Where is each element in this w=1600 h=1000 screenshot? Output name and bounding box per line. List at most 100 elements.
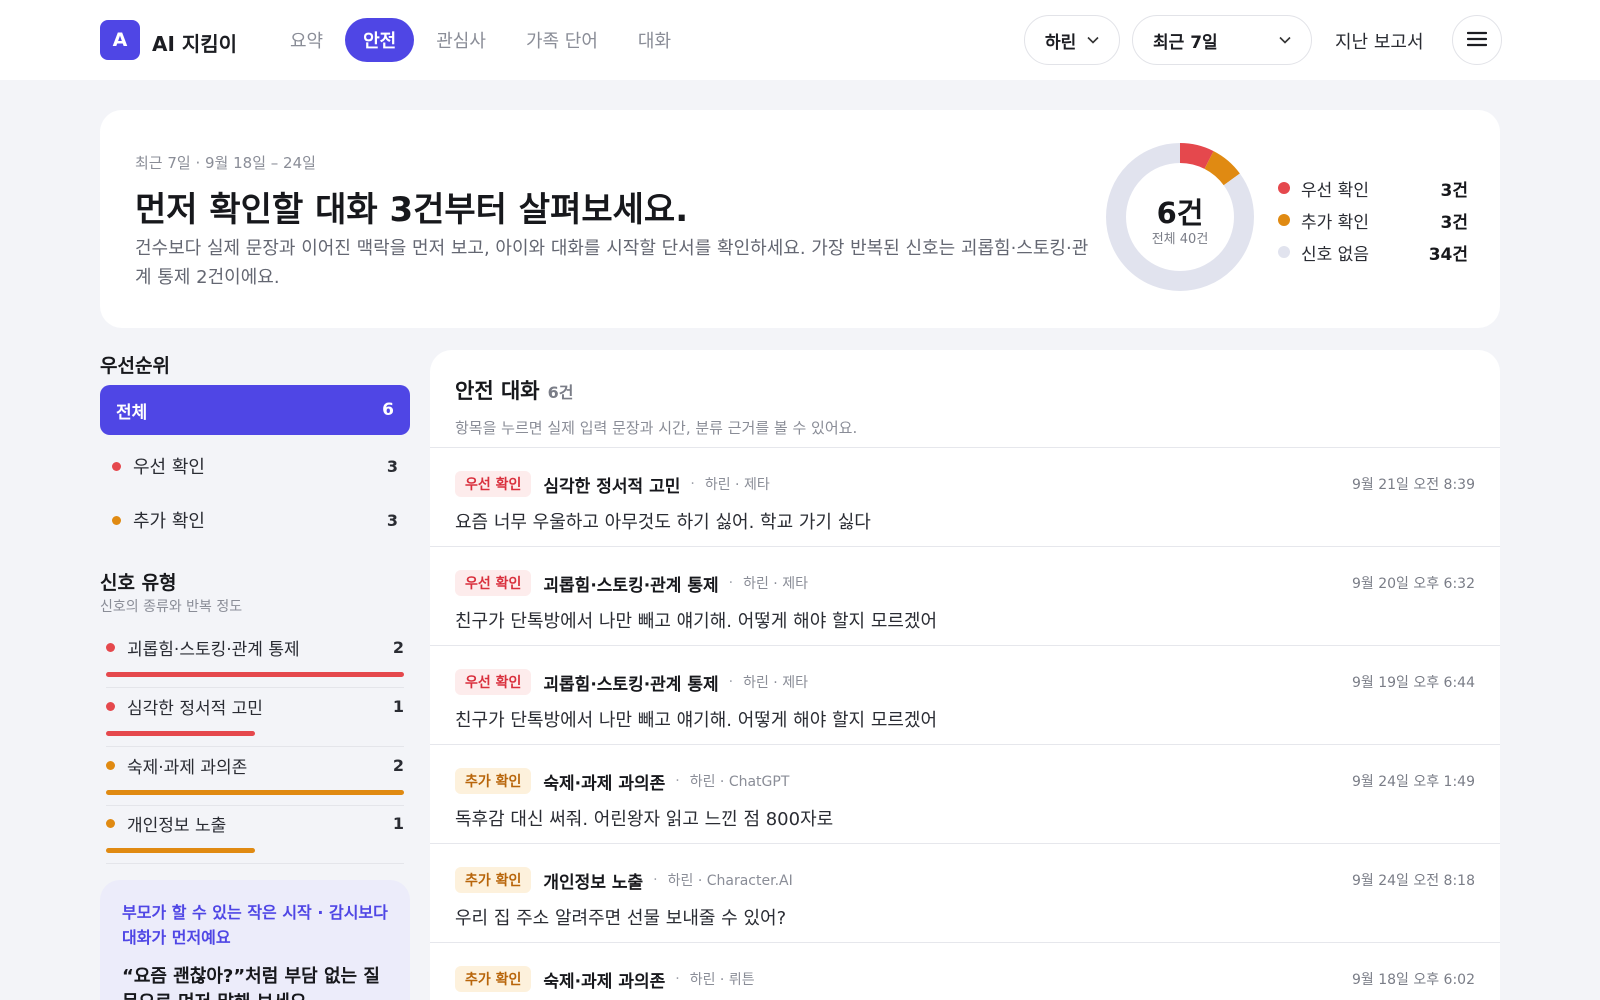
child-and-service: 하린 · ChatGPT	[689, 774, 790, 790]
signal-label: 숙제·과제 과의존	[127, 757, 248, 778]
date-range-label: 최근 7일	[1153, 32, 1218, 53]
signal-level-bar	[106, 731, 404, 736]
filter-additional-check[interactable]: 추가 확인 3	[112, 505, 398, 535]
tab-safety[interactable]: 안전	[345, 18, 415, 62]
message-text: 우리 집 주소 알려주면 선물 보내줄 수 있어?	[455, 908, 787, 929]
tab-interests[interactable]: 관심사	[418, 18, 504, 62]
priority-section-title: 우선순위	[100, 355, 170, 377]
panel-header: 안전 대화 6건 항목을 누르면 실제 입력 문장과 시간, 분류 근거를 볼 수…	[430, 350, 1500, 448]
legend-value: 3건	[1440, 212, 1468, 233]
legend-item-no-signal: 신호 없음 34건	[1278, 236, 1468, 268]
legend-label: 신호 없음	[1301, 244, 1369, 265]
conversation-item[interactable]: 우선 확인 심각한 정서적 고민 · 하린 · 제타 9월 21일 오전 8:3…	[430, 448, 1500, 547]
signal-label: 심각한 정서적 고민	[127, 698, 263, 719]
panel-description: 항목을 누르면 실제 입력 문장과 시간, 분류 근거를 볼 수 있어요.	[455, 419, 858, 437]
signal-count: 2	[392, 637, 404, 657]
message-text: 친구가 단톡방에서 나만 빼고 얘기해. 어떻게 해야 할지 모르겠어	[455, 611, 938, 632]
message-text: 친구가 단톡방에서 나만 빼고 얘기해. 어떻게 해야 할지 모르겠어	[455, 710, 938, 731]
app-title: AI 지킴이	[152, 32, 238, 56]
status-dot	[106, 818, 115, 828]
signal-level-fill	[106, 731, 255, 736]
signal-level-bar	[106, 848, 404, 853]
signal-count: 1	[392, 696, 404, 716]
filter-count: 3	[386, 510, 398, 530]
status-dot	[106, 701, 115, 711]
timestamp: 9월 21일 오전 8:39	[1351, 477, 1475, 493]
filter-all-label: 전체	[116, 402, 148, 423]
filter-all[interactable]: 전체 6	[100, 385, 410, 435]
report-period: 최근 7일 · 9월 18일 – 24일	[135, 154, 316, 172]
main-nav: 요약 안전 관심사 가족 단어 대화	[272, 18, 693, 62]
legend-value: 3건	[1440, 180, 1468, 201]
status-badge: 우선 확인	[455, 570, 532, 596]
timestamp: 9월 18일 오후 6:02	[1351, 972, 1475, 988]
signal-type: 괴롭힘·스토킹·관계 통제	[543, 674, 719, 695]
separator-dot: ·	[728, 575, 734, 591]
signal-type: 숙제·과제 과의존	[543, 773, 666, 794]
signal-level-bar	[106, 790, 404, 795]
timestamp: 9월 20일 오후 6:32	[1351, 576, 1475, 592]
conversation-item[interactable]: 우선 확인 괴롭힘·스토킹·관계 통제 · 하린 · 제타 9월 19일 오후 …	[430, 646, 1500, 745]
filter-label: 추가 확인	[133, 511, 205, 532]
donut-legend: 우선 확인 3건 추가 확인 3건 신호 없음 34건	[1278, 172, 1468, 268]
conversation-item[interactable]: 우선 확인 괴롭힘·스토킹·관계 통제 · 하린 · 제타 9월 20일 오후 …	[430, 547, 1500, 646]
panel-title: 안전 대화	[455, 379, 540, 403]
legend-value: 34건	[1428, 244, 1468, 265]
child-and-service: 하린 · 뤼튼	[689, 972, 755, 988]
safety-conversation-panel: 안전 대화 6건 항목을 누르면 실제 입력 문장과 시간, 분류 근거를 볼 수…	[430, 350, 1500, 1000]
child-selector-label: 하린	[1045, 32, 1077, 53]
signal-section-subtitle: 신호의 종류와 반복 정도	[100, 599, 243, 615]
signal-type-row[interactable]: 심각한 정서적 고민 1	[106, 689, 404, 747]
menu-button[interactable]	[1452, 15, 1502, 65]
hamburger-menu-icon	[1466, 28, 1488, 53]
tab-conversations[interactable]: 대화	[620, 18, 689, 62]
legend-dot	[1278, 182, 1290, 194]
summary-description: 건수보다 실제 문장과 이어진 맥락을 먼저 보고, 아이와 대화를 시작할 단…	[135, 238, 1089, 288]
conversation-item[interactable]: 추가 확인 개인정보 노출 · 하린 · Character.AI 9월 24일…	[430, 844, 1500, 943]
legend-label: 추가 확인	[1301, 212, 1369, 233]
child-and-service: 하린 · 제타	[743, 675, 808, 691]
signal-type-row[interactable]: 괴롭힘·스토킹·관계 통제 2	[106, 630, 404, 688]
signal-level-fill	[106, 790, 404, 795]
legend-dot	[1278, 246, 1290, 258]
summary-headline: 먼저 확인할 대화 3건부터 살펴보세요.	[135, 190, 689, 230]
signal-type: 심각한 정서적 고민	[543, 476, 681, 497]
app-logo: A	[100, 20, 140, 60]
conversation-item[interactable]: 추가 확인 숙제·과제 과의존 · 하린 · ChatGPT 9월 24일 오후…	[430, 745, 1500, 844]
child-and-service: 하린 · 제타	[704, 477, 770, 493]
separator-dot: ·	[675, 773, 680, 789]
message-text: 요즘 너무 우울하고 아무것도 하기 싫어. 학교 가기 싫다	[455, 512, 871, 533]
signal-type-row[interactable]: 숙제·과제 과의존 2	[106, 748, 404, 806]
signal-level-bar	[106, 672, 404, 677]
filter-all-count: 6	[382, 400, 394, 420]
child-selector[interactable]: 하린	[1024, 15, 1120, 65]
status-dot	[112, 515, 121, 525]
separator-dot: ·	[728, 674, 734, 690]
past-reports-link[interactable]: 지난 보고서	[1335, 28, 1424, 54]
separator-dot: ·	[675, 971, 680, 987]
conversation-item[interactable]: 추가 확인 숙제·과제 과의존 · 하린 · 뤼튼 9월 18일 오후 6:02	[430, 943, 1500, 1000]
status-dot	[112, 461, 121, 471]
legend-item-additional: 추가 확인 3건	[1278, 204, 1468, 236]
filter-count: 3	[386, 456, 398, 476]
timestamp: 9월 19일 오후 6:44	[1351, 675, 1475, 691]
signal-level-fill	[106, 672, 404, 677]
signal-label: 개인정보 노출	[127, 815, 227, 836]
filter-priority-check[interactable]: 우선 확인 3	[112, 451, 398, 481]
tab-summary[interactable]: 요약	[272, 18, 341, 62]
child-and-service: 하린 · 제타	[743, 576, 808, 592]
signal-type-row[interactable]: 개인정보 노출 1	[106, 806, 404, 864]
status-badge: 추가 확인	[455, 966, 532, 992]
signal-type: 괴롭힘·스토킹·관계 통제	[543, 575, 719, 596]
child-and-service: 하린 · Character.AI	[667, 873, 793, 889]
separator-dot: ·	[653, 872, 658, 888]
legend-dot	[1278, 214, 1290, 226]
signal-label: 괴롭힘·스토킹·관계 통제	[127, 639, 300, 660]
tab-family-words[interactable]: 가족 단어	[508, 18, 616, 62]
parent-tip-card: 부모가 할 수 있는 작은 시작 · 감시보다 대화가 먼저예요 “요즘 괜찮아…	[100, 880, 410, 1000]
status-dot	[106, 642, 115, 652]
date-range-selector[interactable]: 최근 7일	[1132, 15, 1312, 65]
signal-count: 2	[392, 755, 404, 775]
tip-title: 부모가 할 수 있는 작은 시작 · 감시보다 대화가 먼저예요	[122, 903, 388, 947]
status-dot	[106, 760, 115, 770]
